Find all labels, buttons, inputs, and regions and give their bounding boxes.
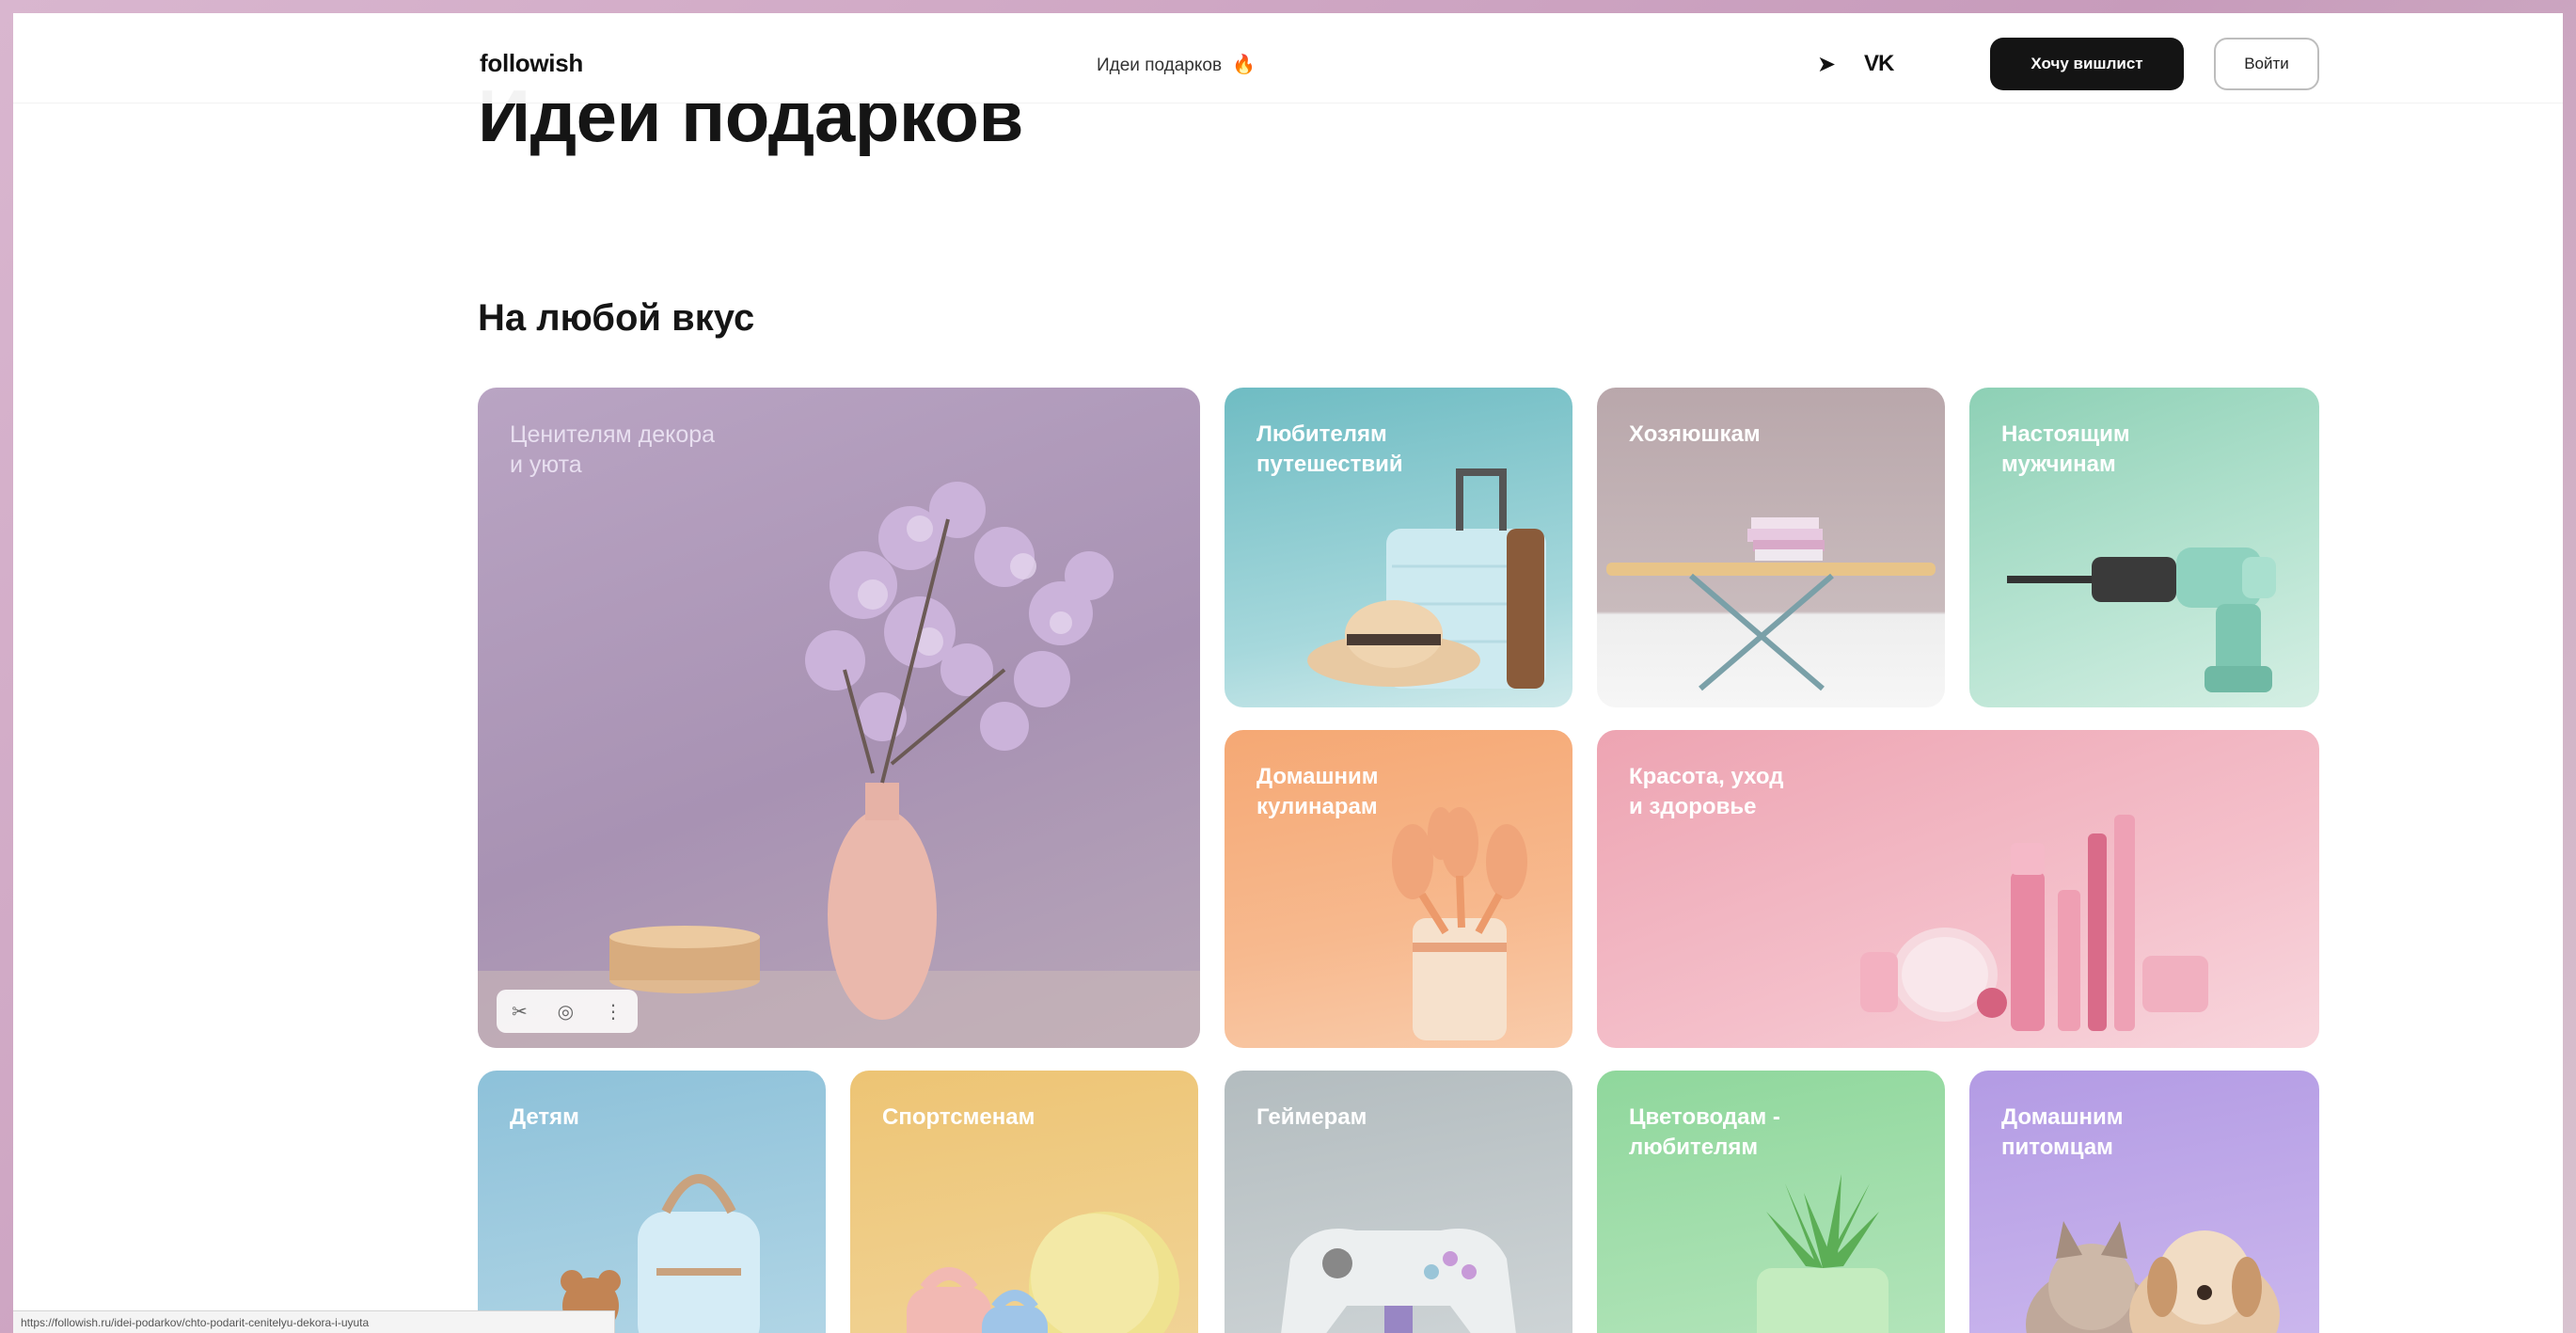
image-toolbar: ✂ ◎ ⋮ — [497, 990, 638, 1033]
category-card-flower[interactable]: Цветоводам - любителям — [1597, 1071, 1945, 1333]
login-button[interactable]: Войти — [2214, 38, 2319, 90]
decor-illustration — [478, 482, 1200, 1048]
more-icon[interactable]: ⋮ — [604, 1000, 623, 1024]
nav-gift-ideas[interactable]: Идеи подарков 🔥 — [1097, 53, 1256, 76]
category-label-travel: Любителям путешествий — [1256, 421, 1403, 477]
category-card-kids[interactable]: Детям — [478, 1071, 826, 1333]
site-logo[interactable]: followish — [480, 49, 583, 78]
want-wishlist-button[interactable]: Хочу вишлист — [1990, 38, 2184, 90]
section-title: На любой вкус — [478, 297, 755, 339]
category-label-decor: Ценителям декора и уюта — [510, 421, 716, 478]
category-card-pets[interactable]: Домашним питомцам — [1969, 1071, 2319, 1333]
category-label-pets: Домашним питомцам — [2001, 1104, 2124, 1160]
lens-icon[interactable]: ◎ — [558, 1000, 574, 1024]
browser-viewport: followish Идеи подарков 🔥 ➤ VK Хочу вишл… — [13, 13, 2563, 1333]
nav-gift-ideas-label: Идеи подарков — [1097, 56, 1223, 75]
category-card-gamer[interactable]: Геймерам — [1225, 1071, 1572, 1333]
category-label-flower: Цветоводам - любителям — [1629, 1104, 1780, 1160]
category-card-sport[interactable]: Спортсменам — [850, 1071, 1198, 1333]
category-label-beauty: Красота, уход и здоровье — [1629, 764, 1784, 819]
status-bar-url: https://followish.ru/idei-podarkov/chto-… — [13, 1310, 615, 1333]
scissors-icon[interactable]: ✂ — [512, 1000, 528, 1024]
category-card-men[interactable]: Настоящим мужчинам — [1969, 388, 2319, 707]
category-label-cook: Домашним кулинарам — [1256, 764, 1379, 819]
category-label-gamer: Геймерам — [1256, 1104, 1367, 1130]
category-card-host[interactable]: Хозяюшкам — [1597, 388, 1945, 707]
category-card-cook[interactable]: Домашним кулинарам — [1225, 730, 1572, 1048]
category-label-host: Хозяюшкам — [1629, 421, 1761, 447]
vk-icon[interactable]: VK — [1864, 51, 1894, 77]
category-label-men: Настоящим мужчинам — [2001, 421, 2130, 477]
fire-icon: 🔥 — [1232, 55, 1256, 75]
category-label-sport: Спортсменам — [882, 1104, 1035, 1130]
category-card-decor[interactable]: Ценителям декора и уюта ✂ ◎ ⋮ — [478, 388, 1200, 1048]
category-label-kids: Детям — [510, 1104, 579, 1130]
category-card-beauty[interactable]: Красота, уход и здоровье — [1597, 730, 2319, 1048]
site-header: followish Идеи подарков 🔥 ➤ VK Хочу вишл… — [13, 13, 2563, 103]
category-card-travel[interactable]: Любителям путешествий — [1225, 388, 1572, 707]
telegram-icon[interactable]: ➤ — [1817, 51, 1836, 78]
